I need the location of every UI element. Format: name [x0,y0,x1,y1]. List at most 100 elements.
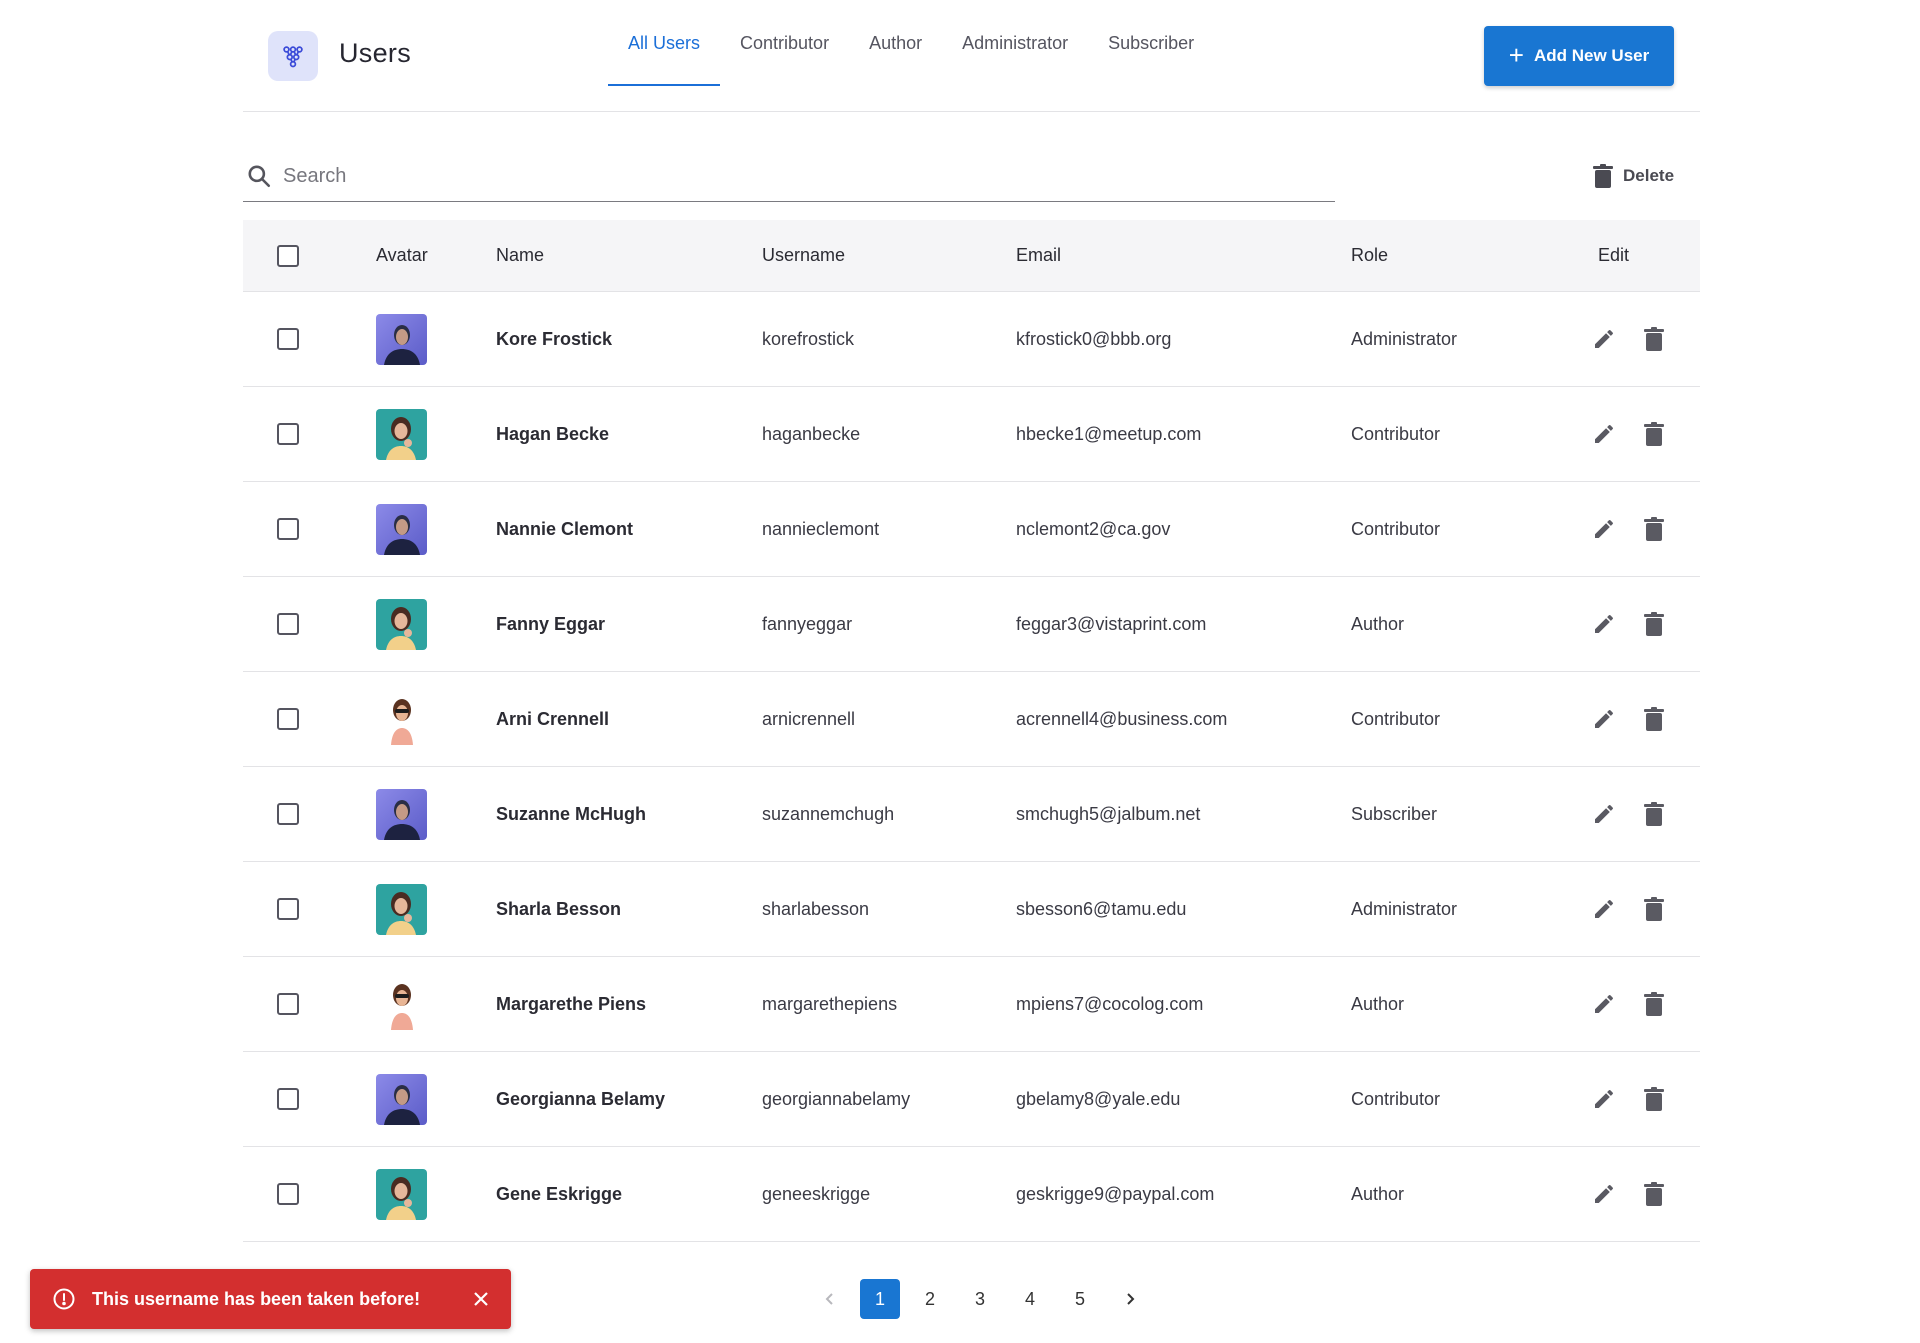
delete-user-button[interactable] [1640,610,1668,638]
pencil-icon [1595,424,1613,443]
avatar [376,1073,427,1125]
table-row: Kore Frostick korefrostick kfrostick0@bb… [243,292,1700,387]
avatar [376,978,427,1030]
row-checkbox[interactable] [277,613,299,635]
delete-label: Delete [1623,166,1675,185]
page-button-5[interactable]: 5 [1060,1279,1100,1319]
row-checkbox[interactable] [277,1088,299,1110]
row-checkbox[interactable] [277,993,299,1015]
delete-user-button[interactable] [1640,705,1668,733]
column-header-role[interactable]: Role [1351,220,1388,291]
table-row: Hagan Becke haganbecke hbecke1@meetup.co… [243,387,1700,482]
delete-user-button[interactable] [1640,990,1668,1018]
pencil-icon [1595,614,1613,633]
user-role: Contributor [1351,423,1441,444]
delete-user-button[interactable] [1640,1180,1668,1208]
row-checkbox[interactable] [277,898,299,920]
user-email: smchugh5@jalbum.net [1016,803,1201,824]
trash-icon [1644,707,1664,731]
search-field [243,152,1335,202]
next-page-button[interactable] [1110,1279,1150,1319]
prev-page-button[interactable] [810,1279,850,1319]
user-role: Administrator [1351,328,1458,349]
trash-icon [1644,1087,1664,1111]
users-table: Avatar Name Username Email Role Edit Kor… [243,220,1700,1242]
avatar [376,883,427,935]
avatar [376,693,427,745]
table-row: Suzanne McHugh suzannemchugh smchugh5@ja… [243,767,1700,862]
page-button-3[interactable]: 3 [960,1279,1000,1319]
tab-subscriber[interactable]: Subscriber [1088,0,1214,86]
tab-contributor[interactable]: Contributor [720,0,849,86]
row-checkbox[interactable] [277,328,299,350]
pencil-icon [1595,1184,1613,1203]
user-email: kfrostick0@bbb.org [1016,328,1172,349]
page-header: Users All Users Contributor Author Admin… [243,0,1700,112]
edit-user-button[interactable] [1590,990,1618,1018]
delete-user-button[interactable] [1640,515,1668,543]
tab-all-users[interactable]: All Users [608,0,721,86]
delete-user-button[interactable] [1640,420,1668,448]
row-checkbox[interactable] [277,803,299,825]
close-icon [474,1292,488,1306]
trash-icon [1593,164,1613,188]
table-toolbar: Delete [243,112,1700,220]
edit-user-button[interactable] [1590,325,1618,353]
user-role: Administrator [1351,898,1458,919]
user-username: sharlabesson [762,898,870,919]
user-name: Nannie Clemont [496,518,634,539]
page-button-2[interactable]: 2 [910,1279,950,1319]
select-all-checkbox[interactable] [277,244,299,267]
search-icon [248,165,271,188]
edit-user-button[interactable] [1590,610,1618,638]
page-button-1[interactable]: 1 [860,1279,900,1319]
user-username: fannyeggar [762,613,853,634]
column-header-email[interactable]: Email [1016,220,1061,291]
edit-user-button[interactable] [1590,1180,1618,1208]
user-email: nclemont2@ca.gov [1016,518,1171,539]
edit-user-button[interactable] [1590,705,1618,733]
user-email: feggar3@vistaprint.com [1016,613,1207,634]
row-checkbox[interactable] [277,423,299,445]
table-row: Gene Eskrigge geneeskrigge geskrigge9@pa… [243,1147,1700,1242]
column-header-avatar[interactable]: Avatar [376,220,428,291]
tab-author[interactable]: Author [849,0,942,86]
close-toast-button[interactable] [469,1287,493,1311]
row-checkbox[interactable] [277,1183,299,1205]
edit-user-button[interactable] [1590,895,1618,923]
pencil-icon [1595,709,1613,728]
edit-user-button[interactable] [1590,420,1618,448]
search-input[interactable] [283,158,1323,194]
bulk-delete-button[interactable]: Delete [1593,164,1674,188]
user-role: Subscriber [1351,803,1438,824]
table-row: Arni Crennell arnicrennell acrennell4@bu… [243,672,1700,767]
tab-administrator[interactable]: Administrator [942,0,1088,86]
column-header-name[interactable]: Name [496,220,544,291]
user-role: Author [1351,1183,1405,1204]
error-circle-icon [53,1288,75,1310]
edit-user-button[interactable] [1590,800,1618,828]
delete-user-button[interactable] [1640,1085,1668,1113]
role-tabs: All Users Contributor Author Administrat… [608,0,1214,112]
page-button-4[interactable]: 4 [1010,1279,1050,1319]
edit-user-button[interactable] [1590,515,1618,543]
row-checkbox[interactable] [277,708,299,730]
avatar [376,503,427,555]
user-email: mpiens7@cocolog.com [1016,993,1204,1014]
user-email: geskrigge9@paypal.com [1016,1183,1215,1204]
trash-icon [1644,422,1664,446]
chevron-right-icon [1127,1293,1135,1305]
chevron-left-icon [825,1293,833,1305]
column-header-username[interactable]: Username [762,220,845,291]
delete-user-button[interactable] [1640,800,1668,828]
users-network-icon [268,31,318,81]
delete-user-button[interactable] [1640,325,1668,353]
delete-user-button[interactable] [1640,895,1668,923]
add-new-user-button[interactable]: + Add New User [1484,26,1674,86]
pagination: 1 2 3 4 5 [810,1278,1150,1320]
row-checkbox[interactable] [277,518,299,540]
user-name: Margarethe Piens [496,993,647,1014]
user-name: Georgianna Belamy [496,1088,666,1109]
user-email: acrennell4@business.com [1016,708,1228,729]
edit-user-button[interactable] [1590,1085,1618,1113]
